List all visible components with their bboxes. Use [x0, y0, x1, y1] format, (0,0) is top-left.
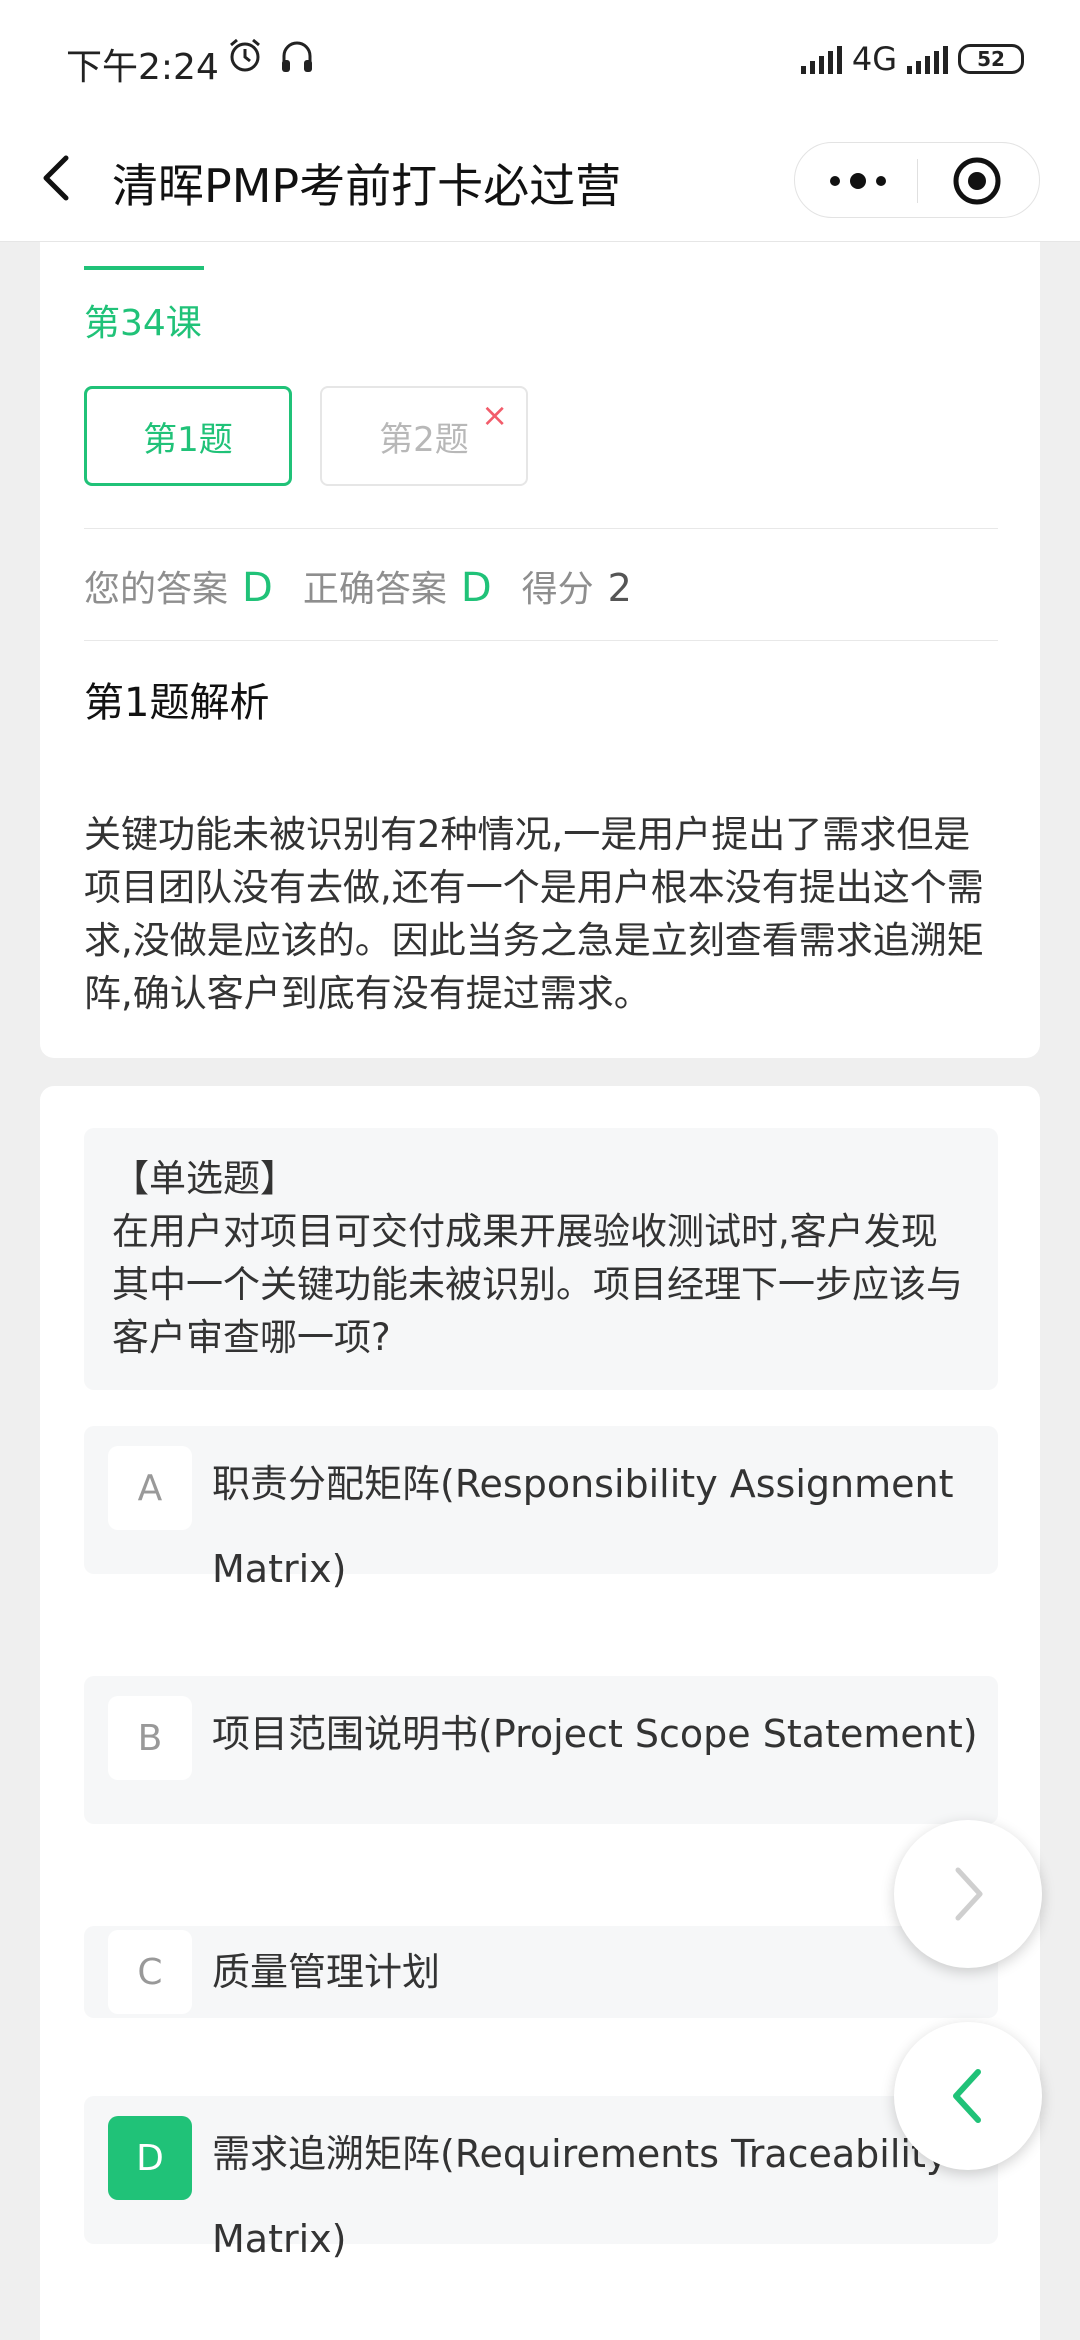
option-d-text: 需求追溯矩阵(Requirements Traceability Matrix)	[212, 2132, 949, 2261]
chevron-right-icon	[955, 1867, 983, 1921]
option-b[interactable]: B 项目范围说明书(Project Scope Statement)	[84, 1676, 998, 1824]
status-time: 下午2:24	[66, 47, 219, 88]
divider	[84, 640, 998, 641]
score-value: 2	[607, 566, 632, 610]
headphones-icon	[282, 41, 312, 72]
divider	[84, 528, 998, 529]
tab-indicator	[84, 266, 204, 270]
next-question-button[interactable]	[894, 1820, 1042, 1968]
signal-icon-2	[907, 44, 948, 74]
back-arrow-icon[interactable]	[30, 148, 82, 208]
question-2-button[interactable]: 第2题 ×	[320, 386, 528, 486]
page-title: 清晖PMP考前打卡必过营	[112, 159, 622, 213]
status-right-icons: 4G 52	[800, 40, 1024, 78]
answer-summary: 您的答案 D 正确答案 D 得分 2	[84, 560, 632, 612]
option-c-letter: C	[108, 1930, 192, 2014]
question-1-button[interactable]: 第1题	[84, 386, 292, 486]
network-type: 4G	[851, 40, 897, 78]
status-left-icons	[226, 36, 316, 74]
option-a-letter: A	[108, 1446, 192, 1530]
previous-question-button[interactable]	[894, 2022, 1042, 2170]
capsule-divider	[917, 159, 918, 203]
question-text: 在用户对项目可交付成果开展验收测试时,客户发现其中一个关键功能未被识别。项目经理…	[112, 1210, 963, 1359]
score-label: 得分	[521, 569, 594, 610]
analysis-title: 第1题解析	[84, 680, 270, 726]
option-c-text: 质量管理计划	[212, 1950, 441, 1994]
wrong-mark-icon: ×	[481, 396, 508, 434]
lesson-label: 第34课	[84, 303, 202, 344]
mini-program-capsule	[794, 142, 1040, 218]
battery-icon: 52	[958, 44, 1024, 74]
nav-bar: 清晖PMP考前打卡必过营	[0, 120, 1080, 242]
option-d-letter: D	[108, 2116, 192, 2200]
analysis-text: 关键功能未被识别有2种情况,一是用户提出了需求但是项目团队没有去做,还有一个是用…	[84, 813, 984, 1015]
question-type: 【单选题】	[112, 1157, 297, 1200]
alarm-clock-icon	[230, 38, 260, 72]
question-stem: 【单选题】 在用户对项目可交付成果开展验收测试时,客户发现其中一个关键功能未被识…	[84, 1128, 998, 1390]
question-2-label: 第2题	[379, 419, 469, 460]
your-answer-value: D	[242, 565, 273, 611]
option-b-letter: B	[108, 1696, 192, 1780]
correct-answer-value: D	[460, 565, 492, 611]
correct-answer-label: 正确答案	[302, 569, 447, 610]
option-a[interactable]: A 职责分配矩阵(Responsibility Assignment Matri…	[84, 1426, 998, 1591]
status-bar: 下午2:24 4G 52	[0, 0, 1080, 120]
option-c[interactable]: C 质量管理计划	[84, 1926, 998, 2018]
option-a-text: 职责分配矩阵(Responsibility Assignment Matrix)	[212, 1462, 954, 1591]
result-card: 第34课 第1题 第2题 × 您的答案 D 正确答案 D 得分 2 第1题解析 …	[40, 242, 1040, 1058]
option-b-text: 项目范围说明书(Project Scope Statement)	[212, 1712, 978, 1756]
chevron-left-icon	[953, 2069, 981, 2123]
more-dots-icon[interactable]	[823, 163, 893, 199]
question-card: 【单选题】 在用户对项目可交付成果开展验收测试时,客户发现其中一个关键功能未被识…	[40, 1086, 1040, 2340]
option-d[interactable]: D 需求追溯矩阵(Requirements Traceability Matri…	[84, 2096, 998, 2261]
your-answer-label: 您的答案	[84, 569, 229, 610]
signal-icon	[800, 44, 842, 74]
question-1-label: 第1题	[143, 419, 233, 460]
target-icon[interactable]	[951, 155, 1003, 207]
